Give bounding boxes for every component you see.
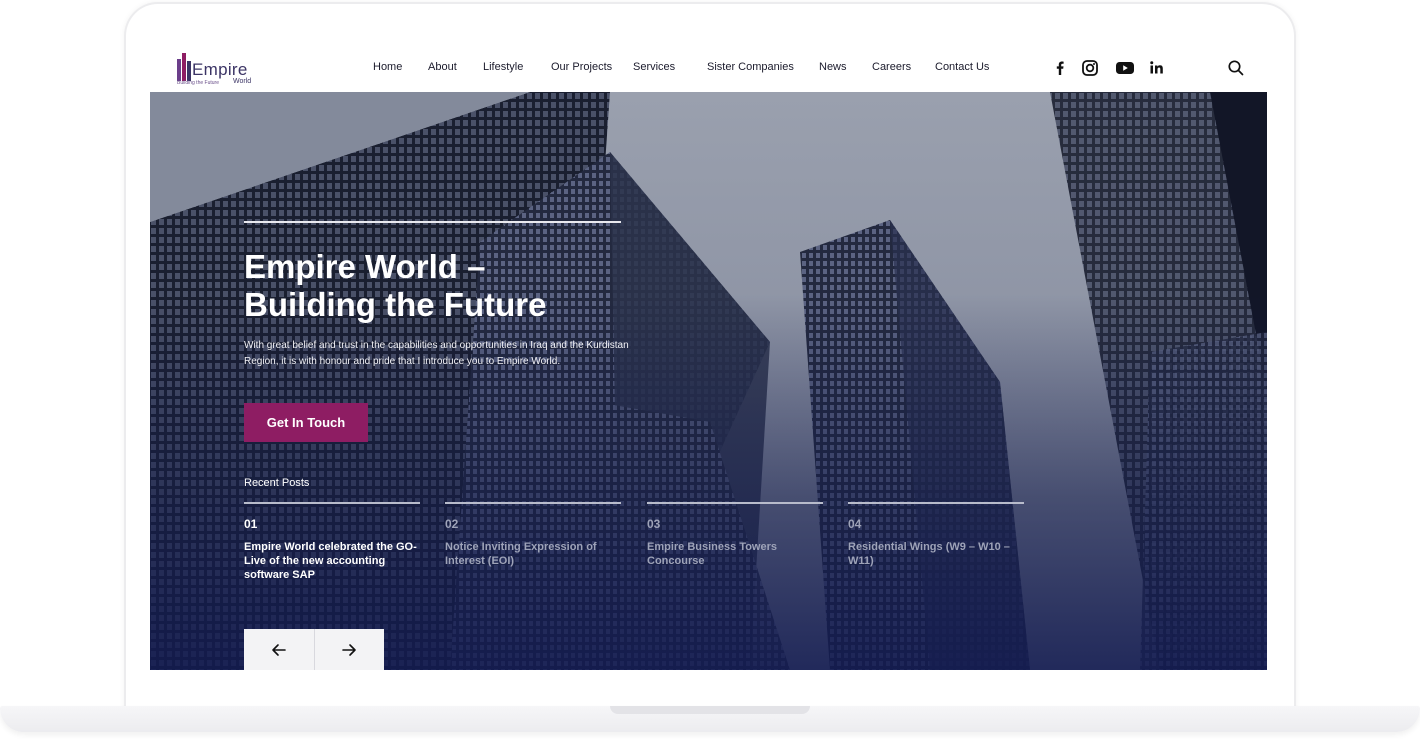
post-title: Empire World celebrated the GO-Live of t… xyxy=(244,541,417,581)
logo-towers-icon xyxy=(177,53,191,81)
linkedin-icon[interactable] xyxy=(1147,58,1167,78)
recent-post-2[interactable]: 02 Notice Inviting Expression of Interes… xyxy=(445,502,621,568)
recent-post-3[interactable]: 03 Empire Business Towers Concourse xyxy=(647,502,823,568)
recent-post-1[interactable]: 01 Empire World celebrated the GO-Live o… xyxy=(244,502,420,582)
nav-careers[interactable]: Careers xyxy=(872,61,911,73)
hero-section: Empire World – Building the Future With … xyxy=(150,92,1267,670)
post-number: 03 xyxy=(647,517,661,531)
hero-title: Empire World – Building the Future xyxy=(244,248,664,324)
nav-our-projects[interactable]: Our Projects xyxy=(551,61,612,73)
browser-screen: Empire Building the Future World Home Ab… xyxy=(150,44,1267,670)
nav-sister-companies[interactable]: Sister Companies xyxy=(707,61,794,73)
post-divider xyxy=(848,502,1024,504)
post-number: 02 xyxy=(445,517,459,531)
post-title: Residential Wings (W9 – W10 – W11) xyxy=(848,541,1010,567)
laptop-notch xyxy=(610,706,810,714)
nav-services[interactable]: Services xyxy=(633,61,675,73)
navbar: Empire Building the Future World Home Ab… xyxy=(150,44,1267,92)
instagram-icon[interactable] xyxy=(1080,58,1100,78)
nav-lifestyle[interactable]: Lifestyle xyxy=(483,61,523,73)
search-icon[interactable] xyxy=(1227,59,1245,77)
recent-post-4[interactable]: 04 Residential Wings (W9 – W10 – W11) xyxy=(848,502,1024,568)
next-button[interactable] xyxy=(315,629,385,670)
nav-home[interactable]: Home xyxy=(373,61,402,73)
get-in-touch-button[interactable]: Get In Touch xyxy=(244,403,368,442)
previous-button[interactable] xyxy=(244,629,315,670)
nav-contact-us[interactable]: Contact Us xyxy=(935,61,989,73)
post-number: 04 xyxy=(848,517,862,531)
logo[interactable]: Empire Building the Future World xyxy=(176,50,258,86)
recent-posts-label: Recent Posts xyxy=(244,477,310,489)
slider-controls xyxy=(244,629,384,670)
hero-divider xyxy=(244,221,621,223)
nav-news[interactable]: News xyxy=(819,61,847,73)
arrow-right-icon xyxy=(342,643,357,656)
nav-about[interactable]: About xyxy=(428,61,457,73)
arrow-left-icon xyxy=(271,643,286,656)
youtube-icon[interactable] xyxy=(1115,58,1135,78)
post-divider xyxy=(445,502,621,504)
facebook-icon[interactable] xyxy=(1050,58,1070,78)
hero-description: With great belief and trust in the capab… xyxy=(244,340,629,367)
logo-world: World xyxy=(233,78,252,85)
post-title: Notice Inviting Expression of Interest (… xyxy=(445,541,597,567)
post-number: 01 xyxy=(244,517,258,531)
logo-text: Empire xyxy=(192,60,248,79)
post-divider xyxy=(244,502,420,504)
hero-overlay xyxy=(150,92,1267,670)
hero-title-line1: Empire World – xyxy=(244,248,486,285)
hero-title-line2: Building the Future xyxy=(244,286,547,323)
post-divider xyxy=(647,502,823,504)
post-title: Empire Business Towers Concourse xyxy=(647,541,778,567)
